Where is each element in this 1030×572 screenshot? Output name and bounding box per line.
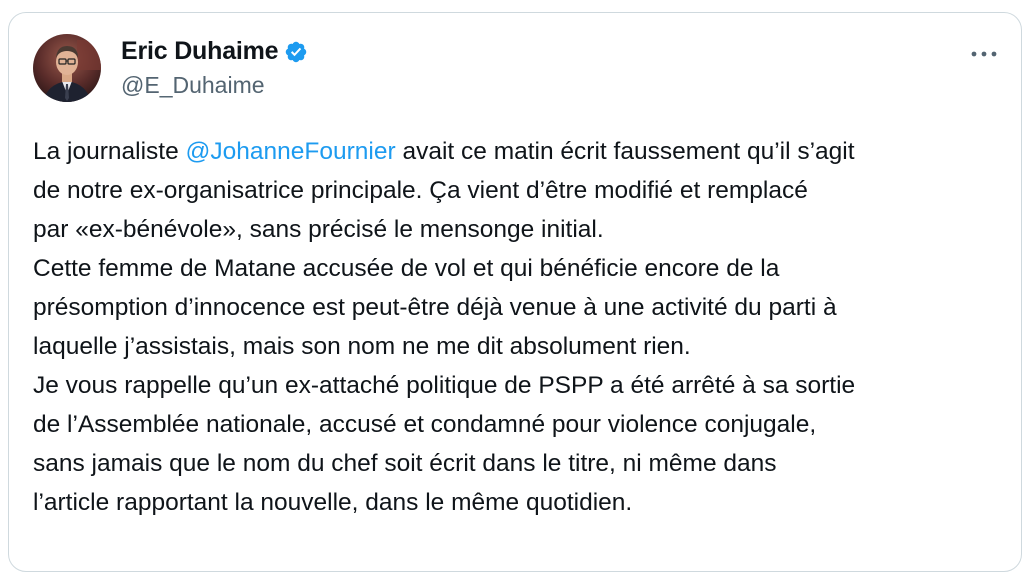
tweet-line: Je vous rappelle qu’un ex-attaché politi… [33, 372, 856, 399]
tweet-line: de l’Assemblée nationale, accusé et cond… [33, 411, 817, 438]
verified-badge-icon[interactable] [284, 40, 308, 64]
tweet-line: l’article rapportant la nouvelle, dans l… [33, 489, 633, 516]
tweet-text-segment: avait ce matin écrit faussement qu’il s’… [395, 138, 855, 165]
tweet-line: sans jamais que le nom du chef soit écri… [33, 450, 777, 477]
tweet-card: Eric Duhaime @E_Duhaime La journaliste @… [8, 12, 1022, 572]
tweet-text-segment: La journaliste [33, 138, 186, 165]
mention-link[interactable]: @JohanneFournier [186, 138, 396, 165]
profile-photo [33, 34, 101, 102]
tweet-line: La journaliste @JohanneFournier avait ce… [33, 132, 1003, 171]
tweet-line: laquelle j’assistais, mais son nom ne me… [33, 333, 691, 360]
tweet-line: présomption d’innocence est peut-être dé… [33, 294, 837, 321]
author-row: Eric Duhaime [121, 37, 308, 66]
avatar[interactable] [33, 34, 101, 102]
more-horizontal-icon [971, 51, 997, 57]
author-handle[interactable]: @E_Duhaime [121, 72, 265, 99]
tweet-line: de notre ex-organisatrice principale. Ça… [33, 177, 808, 204]
more-options-button[interactable] [969, 43, 999, 65]
tweet-line: Cette femme de Matane accusée de vol et … [33, 255, 780, 282]
tweet-line: par «ex-bénévole», sans précisé le menso… [33, 216, 604, 243]
tweet-text: La journaliste @JohanneFournier avait ce… [33, 132, 1003, 522]
author-name[interactable]: Eric Duhaime [121, 37, 279, 66]
